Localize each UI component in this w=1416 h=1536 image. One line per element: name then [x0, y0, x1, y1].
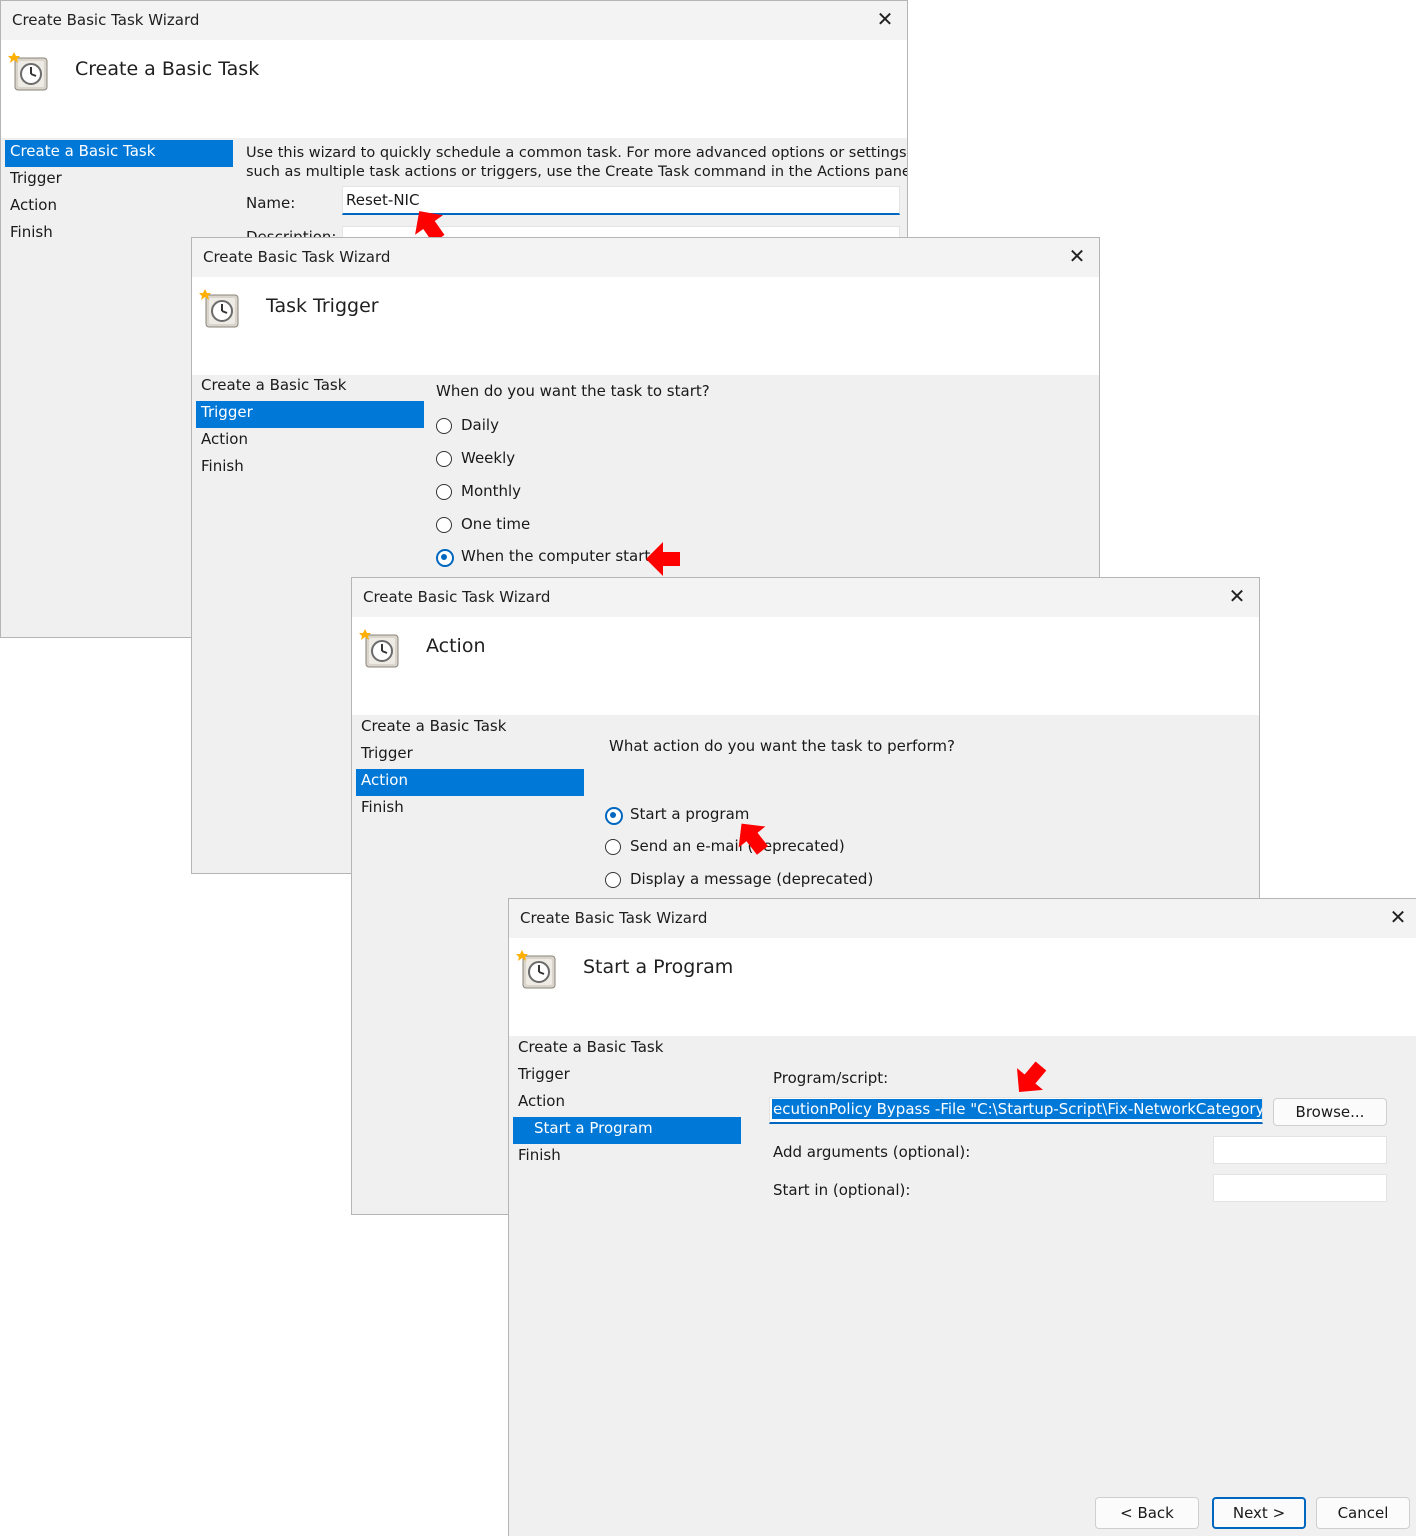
step-create-basic-task[interactable]: Create a Basic Task — [5, 140, 233, 167]
add-arguments-input[interactable] — [1213, 1136, 1387, 1164]
radio-button[interactable] — [436, 517, 452, 533]
window-title: Create Basic Task Wizard — [12, 11, 200, 29]
wizard-header: Create a Basic Task — [1, 40, 907, 138]
page-title: Task Trigger — [266, 295, 379, 317]
wizard-steps: Create a Basic Task Trigger Action Finis… — [5, 140, 233, 248]
wizard-steps: Create a Basic Task Trigger Action Start… — [513, 1036, 741, 1171]
page-title: Create a Basic Task — [75, 58, 260, 80]
radio-button[interactable] — [436, 451, 452, 467]
step-finish[interactable]: Finish — [356, 796, 584, 823]
step-action[interactable]: Action — [5, 194, 233, 221]
wizard-window-start-a-program: Create Basic Task Wizard ✕ Start a Progr… — [508, 898, 1416, 1536]
close-icon[interactable]: ✕ — [873, 7, 897, 31]
step-action[interactable]: Action — [513, 1090, 741, 1117]
add-arguments-label: Add arguments (optional): — [773, 1143, 971, 1161]
trigger-question: When do you want the task to start? — [436, 382, 710, 400]
next-button[interactable]: Next > — [1212, 1497, 1306, 1529]
step-finish[interactable]: Finish — [196, 455, 424, 482]
name-label: Name: — [246, 194, 296, 212]
title-bar: Create Basic Task Wizard ✕ — [509, 899, 1416, 938]
task-scheduler-icon — [515, 948, 559, 992]
step-action[interactable]: Action — [196, 428, 424, 455]
wizard-steps: Create a Basic Task Trigger Action Finis… — [356, 715, 584, 823]
window-title: Create Basic Task Wizard — [203, 248, 391, 266]
radio-label: Daily — [461, 416, 499, 434]
action-question: What action do you want the task to perf… — [609, 737, 955, 755]
task-scheduler-icon — [358, 627, 402, 671]
radio-label: Display a message (deprecated) — [630, 870, 874, 888]
wizard-header: Task Trigger — [192, 277, 1099, 375]
task-scheduler-icon — [7, 50, 51, 94]
step-trigger[interactable]: Trigger — [5, 167, 233, 194]
name-input-value: Reset-NIC — [346, 191, 420, 209]
title-bar: Create Basic Task Wizard ✕ — [192, 238, 1099, 277]
intro-text-line-2: such as multiple task actions or trigger… — [246, 164, 908, 180]
step-finish[interactable]: Finish — [513, 1144, 741, 1171]
window-title: Create Basic Task Wizard — [520, 909, 708, 927]
title-bar: Create Basic Task Wizard ✕ — [352, 578, 1259, 617]
program-script-input[interactable]: ecutionPolicy Bypass -File "C:\Startup-S… — [769, 1097, 1263, 1124]
back-button[interactable]: < Back — [1095, 1497, 1199, 1529]
wizard-steps: Create a Basic Task Trigger Action Finis… — [196, 374, 424, 482]
cancel-button[interactable]: Cancel — [1316, 1497, 1410, 1529]
radio-button-selected[interactable] — [605, 807, 623, 825]
red-arrow-annotation — [644, 540, 682, 578]
wizard-content: Program/script: ecutionPolicy Bypass -Fi… — [769, 1036, 1416, 1536]
radio-button[interactable] — [605, 839, 621, 855]
start-in-input[interactable] — [1213, 1174, 1387, 1202]
step-start-a-program[interactable]: Start a Program — [513, 1117, 741, 1144]
step-create-basic-task[interactable]: Create a Basic Task — [356, 715, 584, 742]
close-icon[interactable]: ✕ — [1065, 244, 1089, 268]
step-create-basic-task[interactable]: Create a Basic Task — [513, 1036, 741, 1063]
step-trigger[interactable]: Trigger — [513, 1063, 741, 1090]
step-action[interactable]: Action — [356, 769, 584, 796]
radio-label: When the computer starts — [461, 547, 659, 565]
radio-label: Monthly — [461, 482, 522, 500]
page-title: Start a Program — [583, 956, 734, 978]
step-create-basic-task[interactable]: Create a Basic Task — [196, 374, 424, 401]
page-title: Action — [426, 635, 486, 657]
step-trigger[interactable]: Trigger — [356, 742, 584, 769]
radio-label: Start a program — [630, 805, 750, 823]
intro-text-line-1: Use this wizard to quickly schedule a co… — [246, 145, 907, 161]
task-scheduler-icon — [198, 287, 242, 331]
title-bar: Create Basic Task Wizard ✕ — [1, 1, 907, 40]
radio-label: Weekly — [461, 449, 516, 467]
program-script-label: Program/script: — [773, 1069, 889, 1087]
browse-button[interactable]: Browse... — [1273, 1098, 1387, 1126]
start-in-label: Start in (optional): — [773, 1181, 911, 1199]
radio-button[interactable] — [605, 872, 621, 888]
wizard-header: Action — [352, 617, 1259, 715]
radio-button[interactable] — [436, 484, 452, 500]
wizard-header: Start a Program — [509, 938, 1416, 1036]
radio-button-selected[interactable] — [436, 549, 454, 567]
program-script-value: ecutionPolicy Bypass -File "C:\Startup-S… — [772, 1099, 1262, 1119]
step-trigger[interactable]: Trigger — [196, 401, 424, 428]
radio-button[interactable] — [436, 418, 452, 434]
close-icon[interactable]: ✕ — [1225, 584, 1249, 608]
close-icon[interactable]: ✕ — [1386, 905, 1410, 929]
window-title: Create Basic Task Wizard — [363, 588, 551, 606]
radio-label: One time — [461, 515, 531, 533]
